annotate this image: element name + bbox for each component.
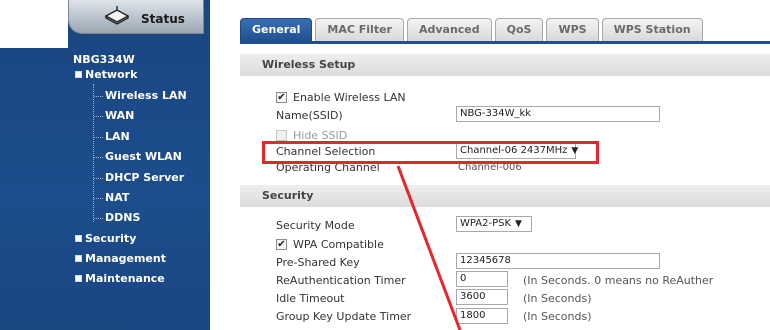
dropdown-arrow-icon: ▼ xyxy=(515,219,522,229)
nav-security-label: Security xyxy=(85,232,137,245)
idle-timeout-input[interactable]: 3600 xyxy=(456,289,508,305)
nav-item-label: DDNS xyxy=(105,211,141,224)
settings-form: Wireless Setup ✔ Enable Wireless LAN Name… xyxy=(240,44,770,330)
tab-wps[interactable]: WPS xyxy=(546,18,599,42)
group-key-timer-note: (In Seconds) xyxy=(523,310,592,323)
idle-timeout-note: (In Seconds) xyxy=(523,292,592,305)
nav-item-label: DHCP Server xyxy=(105,171,185,184)
wpa-compatible-row[interactable]: ✔ WPA Compatible xyxy=(276,238,384,251)
tab-mac-filter[interactable]: MAC Filter xyxy=(315,18,404,42)
nav-network[interactable]: Network xyxy=(75,68,137,81)
nav-maintenance[interactable]: Maintenance xyxy=(75,272,165,285)
main-content: General MAC Filter Advanced QoS WPS WPS … xyxy=(210,0,770,330)
reauth-timer-note: (In Seconds. 0 means no ReAuther xyxy=(523,274,714,287)
nav-item-label: Wireless LAN xyxy=(105,89,187,102)
sidebar-nav: Status NBG334W Network Wireless LAN WAN … xyxy=(0,0,210,330)
nav-maintenance-label: Maintenance xyxy=(85,272,165,285)
reauth-timer-label: ReAuthentication Timer xyxy=(276,274,406,287)
status-icon xyxy=(104,6,130,25)
group-key-timer-label: Group Key Update Timer xyxy=(276,310,412,323)
nav-security[interactable]: Security xyxy=(75,232,136,245)
nav-management-label: Management xyxy=(85,252,166,265)
expand-icon xyxy=(75,254,82,262)
nav-item-label: LAN xyxy=(105,130,130,143)
security-mode-select[interactable]: WPA2-PSK ▼ xyxy=(456,216,532,232)
device-name: NBG334W xyxy=(73,53,135,66)
nav-item-guest-wlan[interactable]: Guest WLAN xyxy=(94,150,182,163)
nav-item-ddns[interactable]: DDNS xyxy=(94,211,140,224)
wpa-compatible-label: WPA Compatible xyxy=(293,238,384,251)
enable-wireless-checkbox[interactable]: ✔ xyxy=(276,91,287,103)
group-key-timer-input[interactable]: 1800 xyxy=(456,308,508,324)
psk-input[interactable]: 12345678 xyxy=(456,253,660,269)
hide-ssid-checkbox[interactable] xyxy=(276,129,287,141)
tab-general[interactable]: General xyxy=(240,18,313,42)
nav-item-label: Guest WLAN xyxy=(105,150,182,163)
security-mode-label: Security Mode xyxy=(276,219,355,232)
nav-item-label: NAT xyxy=(105,191,130,204)
enable-wireless-row[interactable]: ✔ Enable Wireless LAN xyxy=(276,91,406,104)
idle-timeout-label: Idle Timeout xyxy=(276,292,345,305)
nav-item-wan[interactable]: WAN xyxy=(94,109,134,122)
section-header-security: Security xyxy=(240,185,770,207)
nav-item-wireless-lan[interactable]: Wireless LAN xyxy=(94,89,187,102)
nav-management[interactable]: Management xyxy=(75,252,166,265)
nav-item-dhcp-server[interactable]: DHCP Server xyxy=(94,171,184,184)
nav-network-label: Network xyxy=(85,68,138,81)
expand-icon xyxy=(75,234,82,242)
tab-bar: General MAC Filter Advanced QoS WPS WPS … xyxy=(240,18,706,42)
annotation-highlight-box xyxy=(262,141,599,164)
tab-wps-station[interactable]: WPS Station xyxy=(601,18,703,42)
status-tab[interactable]: Status xyxy=(68,0,204,34)
section-header-wireless-setup: Wireless Setup xyxy=(240,54,770,76)
enable-wireless-label: Enable Wireless LAN xyxy=(293,91,406,104)
ssid-input[interactable]: NBG-334W_kk xyxy=(456,106,660,122)
nav-item-label: WAN xyxy=(105,109,135,122)
expand-icon xyxy=(75,274,82,282)
wpa-compatible-checkbox[interactable]: ✔ xyxy=(276,238,287,250)
left-blank-strip xyxy=(0,0,68,48)
ssid-label: Name(SSID) xyxy=(276,109,343,122)
tab-qos[interactable]: QoS xyxy=(494,18,544,42)
nav-item-nat[interactable]: NAT xyxy=(94,191,129,204)
collapse-icon xyxy=(75,70,82,78)
status-label: Status xyxy=(141,12,185,26)
nav-item-lan[interactable]: LAN xyxy=(94,130,130,143)
reauth-timer-input[interactable]: 0 xyxy=(456,271,508,287)
tab-advanced[interactable]: Advanced xyxy=(406,18,492,42)
security-mode-value: WPA2-PSK xyxy=(460,218,512,229)
psk-label: Pre-Shared Key xyxy=(276,256,360,269)
